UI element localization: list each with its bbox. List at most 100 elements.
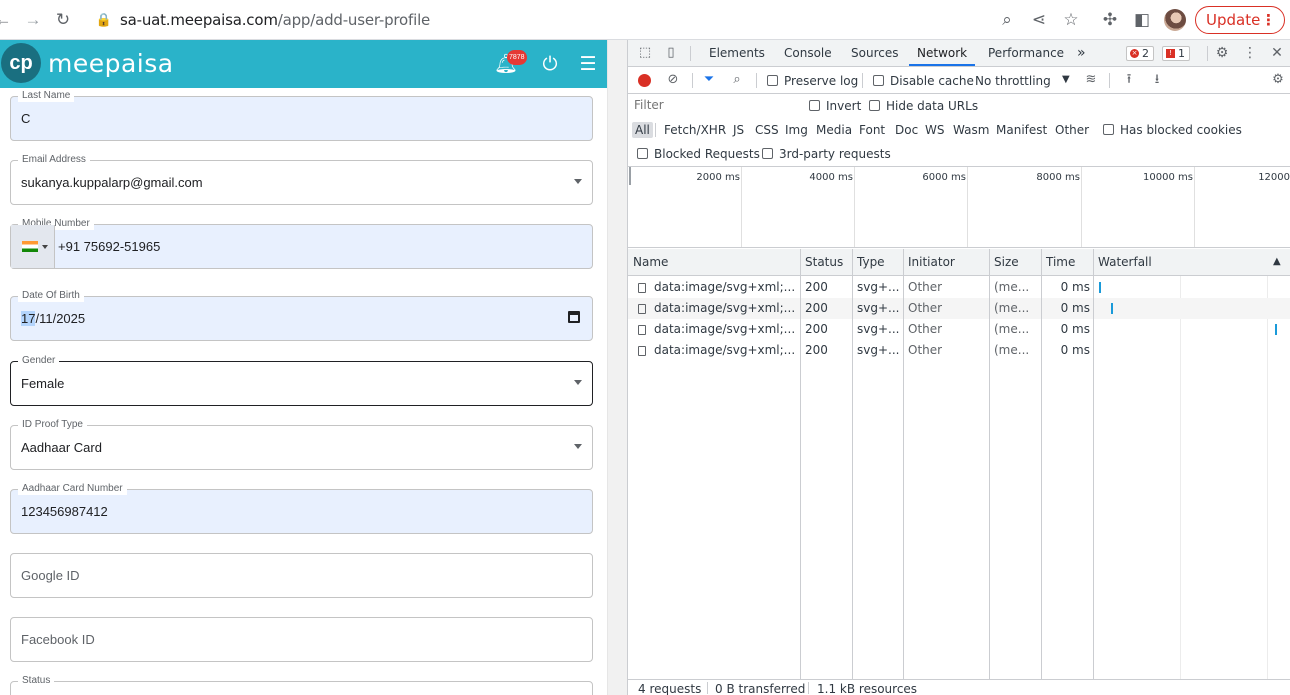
- back-icon[interactable]: ←: [0, 9, 14, 31]
- power-icon[interactable]: ⏻: [538, 53, 562, 77]
- request-size: (me...: [994, 280, 1030, 294]
- column-size[interactable]: Size: [994, 255, 1019, 269]
- date-rest-segment[interactable]: /11/2025: [35, 311, 85, 326]
- column-divider[interactable]: [903, 249, 904, 679]
- network-settings-icon[interactable]: ⚙: [1270, 72, 1286, 88]
- aadhaar-number-field[interactable]: Aadhaar Card Number 123456987412: [10, 483, 593, 534]
- forward-icon[interactable]: →: [22, 9, 44, 31]
- tab-console[interactable]: Console: [784, 40, 832, 66]
- more-tabs-icon[interactable]: »: [1077, 40, 1086, 66]
- reload-icon[interactable]: ↻: [52, 9, 74, 31]
- country-code-selector[interactable]: [11, 225, 55, 268]
- disable-cache-checkbox[interactable]: [873, 75, 884, 86]
- column-divider[interactable]: [800, 249, 801, 679]
- column-initiator[interactable]: Initiator: [908, 255, 955, 269]
- type-filter-other[interactable]: Other: [1052, 122, 1092, 138]
- column-waterfall[interactable]: Waterfall: [1098, 255, 1152, 269]
- type-filter-wasm[interactable]: Wasm: [950, 122, 992, 138]
- export-har-icon[interactable]: ⭳: [1149, 72, 1165, 88]
- close-icon[interactable]: ✕: [1269, 45, 1285, 61]
- has-blocked-cookies-label: Has blocked cookies: [1120, 123, 1242, 137]
- url-path: /app/add-user-profile: [277, 11, 431, 29]
- inspect-element-icon[interactable]: ⬚: [637, 45, 653, 61]
- id-proof-type-select[interactable]: ID Proof Type Aadhaar Card: [10, 419, 593, 470]
- calendar-icon[interactable]: [568, 311, 580, 323]
- tab-sources[interactable]: Sources: [851, 40, 898, 66]
- share-icon[interactable]: ⋖: [1028, 9, 1050, 31]
- last-name-field[interactable]: Last Name C: [10, 90, 593, 141]
- column-divider[interactable]: [1041, 249, 1042, 679]
- side-panel-icon[interactable]: ◧: [1131, 9, 1153, 31]
- update-button[interactable]: Update ⋮: [1195, 6, 1285, 34]
- network-conditions-icon[interactable]: ≋: [1083, 72, 1099, 88]
- invert-checkbox[interactable]: [809, 100, 820, 111]
- search-icon[interactable]: ⌕: [729, 72, 745, 88]
- column-type[interactable]: Type: [857, 255, 885, 269]
- request-name: data:image/svg+xml;...: [654, 322, 796, 336]
- column-time[interactable]: Time: [1046, 255, 1075, 269]
- type-filter-doc[interactable]: Doc: [892, 122, 921, 138]
- sort-ascending-icon[interactable]: ▲: [1273, 256, 1281, 267]
- date-day-segment[interactable]: 17: [21, 311, 36, 326]
- type-filter-img[interactable]: Img: [782, 122, 811, 138]
- column-status[interactable]: Status: [805, 255, 843, 269]
- type-filter-ws[interactable]: WS: [922, 122, 947, 138]
- request-count: 4 requests: [638, 682, 702, 695]
- record-icon[interactable]: [638, 74, 651, 87]
- request-row[interactable]: data:image/svg+xml;... 200 svg+... Other…: [628, 298, 1290, 319]
- request-row[interactable]: data:image/svg+xml;... 200 svg+... Other…: [628, 277, 1290, 298]
- filter-input[interactable]: Filter: [631, 97, 795, 114]
- column-divider[interactable]: [989, 249, 990, 679]
- hide-data-urls-checkbox[interactable]: [869, 100, 880, 111]
- gender-select[interactable]: Gender Female: [10, 355, 593, 406]
- facebook-id-field[interactable]: Facebook ID: [10, 617, 593, 662]
- profile-avatar[interactable]: [1164, 9, 1186, 31]
- status-select[interactable]: Status: [10, 675, 593, 695]
- mobile-number-field[interactable]: Mobile Number +91 75692-51965: [10, 218, 593, 269]
- request-row[interactable]: data:image/svg+xml;... 200 svg+... Other…: [628, 340, 1290, 361]
- type-filter-media[interactable]: Media: [813, 122, 855, 138]
- bookmark-star-icon[interactable]: ☆: [1060, 9, 1082, 31]
- settings-gear-icon[interactable]: ⚙: [1214, 45, 1230, 61]
- separator: [692, 73, 693, 88]
- blocked-requests-checkbox[interactable]: [637, 148, 648, 159]
- type-filter-all[interactable]: All: [632, 122, 653, 138]
- type-filter-font[interactable]: Font: [856, 122, 888, 138]
- date-of-birth-field[interactable]: Date Of Birth 17/11/2025: [10, 290, 593, 341]
- tab-performance[interactable]: Performance: [988, 40, 1064, 66]
- device-toolbar-icon[interactable]: ▯: [663, 45, 679, 61]
- type-filter-manifest[interactable]: Manifest: [993, 122, 1050, 138]
- url-host: sa-uat.meepaisa.com: [120, 11, 278, 29]
- scrollbar[interactable]: [607, 40, 627, 695]
- kebab-menu-icon[interactable]: ⋮: [1242, 45, 1258, 61]
- request-table-header: Name Status Type Initiator Size Time Wat…: [628, 249, 1290, 276]
- type-filter-js[interactable]: JS: [730, 122, 747, 138]
- filter-funnel-icon[interactable]: ⏷: [701, 72, 717, 88]
- throttling-select[interactable]: No throttling: [975, 74, 1051, 88]
- type-filter-fetch-xhr[interactable]: Fetch/XHR: [661, 122, 729, 138]
- extensions-icon[interactable]: ✣: [1099, 9, 1121, 31]
- import-har-icon[interactable]: ⭱: [1121, 72, 1137, 88]
- address-bar[interactable]: sa-uat.meepaisa.com/app/add-user-profile: [120, 11, 430, 29]
- timeline-overview[interactable]: 2000 ms 4000 ms 6000 ms 8000 ms 10000 ms…: [628, 167, 1290, 248]
- email-field[interactable]: Email Address sukanya.kuppalarp@gmail.co…: [10, 154, 593, 205]
- error-counter[interactable]: × 2: [1126, 46, 1154, 61]
- issues-counter[interactable]: ! 1: [1162, 46, 1190, 61]
- type-filter-css[interactable]: CSS: [752, 122, 782, 138]
- third-party-requests-checkbox[interactable]: [762, 148, 773, 159]
- has-blocked-cookies-checkbox[interactable]: [1103, 124, 1114, 135]
- preserve-log-checkbox[interactable]: [767, 75, 778, 86]
- column-divider[interactable]: [1093, 249, 1094, 679]
- request-row[interactable]: data:image/svg+xml;... 200 svg+... Other…: [628, 319, 1290, 340]
- zoom-icon[interactable]: ⌕: [996, 9, 1018, 31]
- google-id-field[interactable]: Google ID: [10, 553, 593, 598]
- tab-network[interactable]: Network: [909, 40, 976, 66]
- clear-icon[interactable]: ⊘: [665, 72, 681, 88]
- tab-elements[interactable]: Elements: [709, 40, 765, 66]
- hamburger-menu-icon[interactable]: ☰: [576, 53, 600, 77]
- lock-icon[interactable]: 🔒: [93, 9, 115, 31]
- request-initiator: Other: [908, 322, 943, 336]
- column-name[interactable]: Name: [633, 255, 668, 269]
- column-divider[interactable]: [852, 249, 853, 679]
- more-menu-icon: ⋮: [1261, 11, 1276, 29]
